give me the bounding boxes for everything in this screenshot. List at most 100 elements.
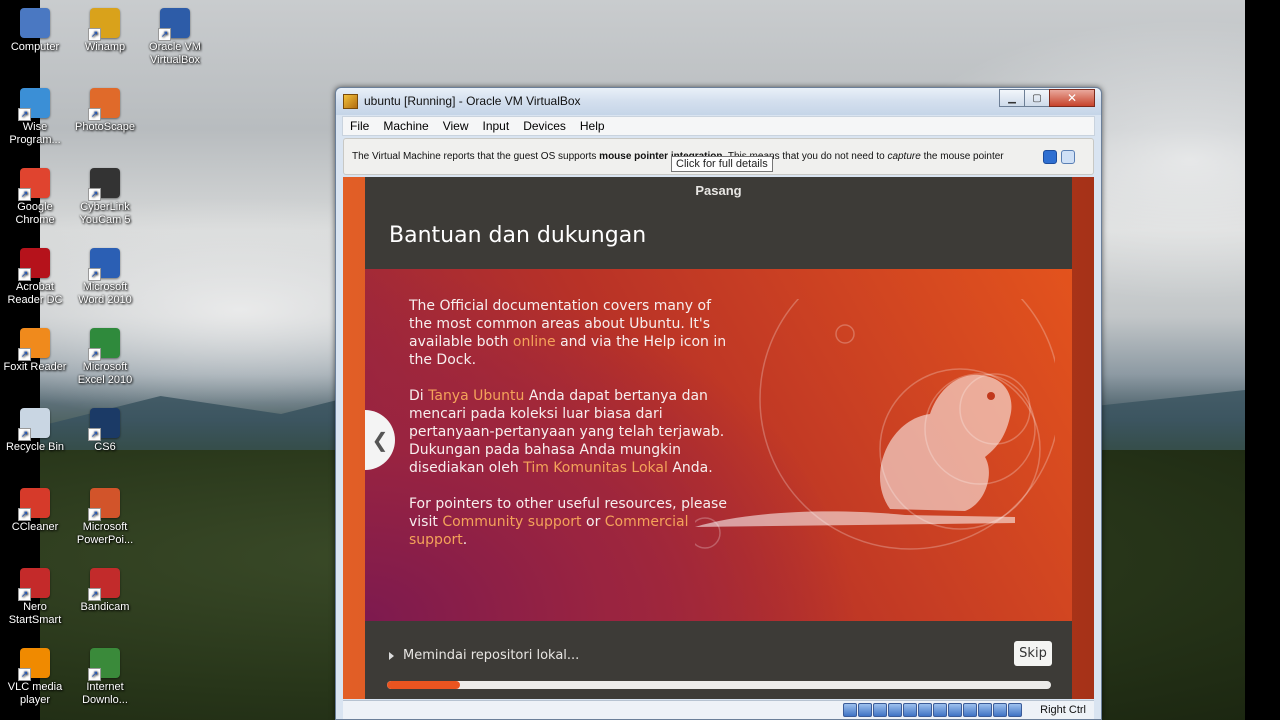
- desktop-icon-ccleaner[interactable]: CCleaner: [0, 488, 70, 534]
- window-title: ubuntu [Running] - Oracle VM VirtualBox: [364, 94, 581, 108]
- desktop-icon-youcam[interactable]: CyberLink YouCam 5: [70, 168, 140, 227]
- hard-disk-icon[interactable]: [843, 703, 857, 717]
- desktop-icon-computer[interactable]: Computer: [0, 8, 70, 54]
- previous-slide-button[interactable]: ❮: [365, 410, 395, 470]
- install-progress-panel: Memindai repositori lokal... Skip: [365, 621, 1072, 699]
- notice-actions: [1043, 150, 1075, 164]
- window-controls: ▁ ▢ ✕: [999, 89, 1095, 107]
- winamp-icon: [88, 8, 120, 41]
- desktop-icon-label: Foxit Reader: [3, 361, 67, 373]
- desktop-icon-label: VLC media player: [7, 681, 63, 706]
- desktop-icon-label: CyberLink YouCam 5: [79, 201, 131, 226]
- cpu-icon[interactable]: [963, 703, 977, 717]
- right-black-border: [1245, 0, 1280, 720]
- desktop-icon-label: Microsoft Word 2010: [78, 281, 132, 306]
- desktop-icon-excel[interactable]: Microsoft Excel 2010: [70, 328, 140, 387]
- menu-bar: File Machine View Input Devices Help: [342, 116, 1095, 136]
- shared-folder-icon[interactable]: [918, 703, 932, 717]
- slide-text: The Official documentation covers many o…: [409, 297, 729, 567]
- excel-icon: [88, 328, 120, 361]
- minimize-button[interactable]: ▁: [999, 89, 1025, 107]
- desktop-icon-label: Microsoft PowerPoi...: [76, 521, 134, 546]
- desktop-icon-label: Acrobat Reader DC: [7, 281, 63, 306]
- menu-devices[interactable]: Devices: [516, 119, 573, 133]
- skip-button[interactable]: Skip: [1014, 641, 1052, 666]
- optical-drive-icon[interactable]: [858, 703, 872, 717]
- paragraph-docs: The Official documentation covers many o…: [409, 298, 727, 368]
- paragraph-resources: For pointers to other useful resources, …: [409, 496, 727, 548]
- link-online[interactable]: online: [513, 334, 556, 350]
- desktop-icon-recycle-bin[interactable]: Recycle Bin: [0, 408, 70, 454]
- desktop-icon-word[interactable]: Microsoft Word 2010: [70, 248, 140, 307]
- notice-close-icon[interactable]: [1043, 150, 1057, 164]
- audio-icon[interactable]: [873, 703, 887, 717]
- menu-view[interactable]: View: [436, 119, 476, 133]
- powerpoint-icon: [88, 488, 120, 521]
- chrome-icon: [18, 168, 50, 201]
- menu-input[interactable]: Input: [476, 119, 517, 133]
- menu-file[interactable]: File: [343, 119, 376, 133]
- status-bar-icons: [843, 703, 1022, 717]
- desktop-icon-label: Bandicam: [80, 601, 130, 613]
- virtualbox-app-icon: [343, 94, 358, 109]
- network-icon[interactable]: [888, 703, 902, 717]
- desktop-icon-label: Nero StartSmart: [8, 601, 62, 626]
- desktop-icon-idm[interactable]: Internet Downlo...: [70, 648, 140, 707]
- vlc-icon: [18, 648, 50, 681]
- desktop-icon-wise-program[interactable]: Wise Program...: [0, 88, 70, 147]
- virtualbox-icon: [158, 8, 190, 41]
- desktop-icon-label: Oracle VM VirtualBox: [149, 41, 201, 66]
- desktop-icon-photoscape[interactable]: PhotoScape: [70, 88, 140, 134]
- desktop-icon-label: Recycle Bin: [5, 441, 65, 453]
- guest-screen[interactable]: Pasang Bantuan dan dukungan The Official…: [343, 177, 1094, 699]
- maximize-button[interactable]: ▢: [1024, 89, 1050, 107]
- keyboard-icon[interactable]: [993, 703, 1007, 717]
- progress-bar: [387, 681, 1051, 689]
- virtualbox-window: ubuntu [Running] - Oracle VM VirtualBox …: [335, 87, 1102, 720]
- display-icon[interactable]: [933, 703, 947, 717]
- desktop-icon-powerpoint[interactable]: Microsoft PowerPoi...: [70, 488, 140, 547]
- acrobat-icon: [18, 248, 50, 281]
- installer-title: Pasang: [695, 183, 742, 198]
- photoshop-icon: [88, 408, 120, 441]
- link-tim-komunitas[interactable]: Tim Komunitas Lokal: [523, 460, 668, 476]
- youcam-icon: [88, 168, 120, 201]
- expand-arrow-icon[interactable]: [389, 652, 394, 660]
- installer-header: Pasang Bantuan dan dukungan: [365, 177, 1072, 269]
- paragraph-askubuntu: Di Tanya Ubuntu Anda dapat bertanya dan …: [409, 388, 725, 476]
- bandicam-icon: [88, 568, 120, 601]
- link-community-support[interactable]: Community support: [442, 514, 581, 530]
- link-tanya-ubuntu[interactable]: Tanya Ubuntu: [428, 388, 524, 404]
- video-capture-icon[interactable]: [948, 703, 962, 717]
- desktop-icon-label: CCleaner: [11, 521, 59, 533]
- desktop-icon-label: Wise Program...: [9, 121, 61, 146]
- menu-machine[interactable]: Machine: [376, 119, 435, 133]
- close-button[interactable]: ✕: [1049, 89, 1095, 107]
- menu-help[interactable]: Help: [573, 119, 612, 133]
- nero-icon: [18, 568, 50, 601]
- desktop-icon-label: Winamp: [84, 41, 126, 53]
- minimize-icon: ▁: [1008, 92, 1016, 104]
- computer-icon: [20, 8, 50, 38]
- photoscape-icon: [88, 88, 120, 121]
- desktop-icon-label: CS6: [94, 441, 116, 453]
- title-bar[interactable]: ubuntu [Running] - Oracle VM VirtualBox …: [336, 88, 1101, 115]
- desktop-icon-winamp[interactable]: Winamp: [70, 8, 140, 54]
- notice-disable-icon[interactable]: [1061, 150, 1075, 164]
- foxit-icon: [18, 328, 50, 361]
- desktop-icon-foxit[interactable]: Foxit Reader: [0, 328, 70, 374]
- slide-body: The Official documentation covers many o…: [365, 269, 1072, 621]
- desktop-icon-acrobat[interactable]: Acrobat Reader DC: [0, 248, 70, 307]
- mouse-integration-icon[interactable]: [978, 703, 992, 717]
- beaver-illustration-icon: [695, 299, 1055, 550]
- desktop-icon-vlc[interactable]: VLC media player: [0, 648, 70, 707]
- desktop-icon-nero[interactable]: Nero StartSmart: [0, 568, 70, 627]
- usb-icon[interactable]: [903, 703, 917, 717]
- desktop-icon-bandicam[interactable]: Bandicam: [70, 568, 140, 614]
- desktop-icon-label: Internet Downlo...: [82, 681, 128, 706]
- desktop-icon-photoshop[interactable]: CS6: [70, 408, 140, 454]
- arrow-icon[interactable]: [1008, 703, 1022, 717]
- desktop-icon-virtualbox[interactable]: Oracle VM VirtualBox: [140, 8, 210, 67]
- desktop-icon-label: Computer: [10, 41, 60, 53]
- desktop-icon-chrome[interactable]: Google Chrome: [0, 168, 70, 227]
